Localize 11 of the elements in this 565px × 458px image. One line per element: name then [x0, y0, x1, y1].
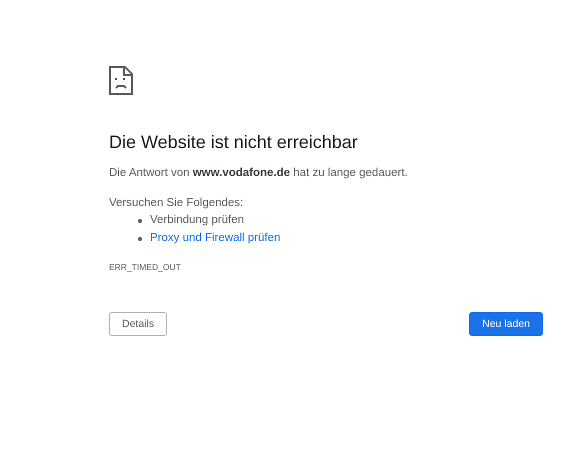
error-message: Die Antwort von www.vodafone.de hat zu lange gedauert.	[109, 166, 409, 181]
suggestion-link[interactable]: Proxy und Firewall prüfen	[150, 231, 280, 246]
error-code: ERR_TIMED_OUT	[109, 262, 182, 272]
bullet-icon	[138, 218, 142, 222]
suggestions-title: Versuchen Sie Folgendes:	[109, 196, 244, 211]
reload-button[interactable]: Neu laden	[469, 312, 543, 336]
page-heading: Die Website ist nicht erreichbar	[109, 131, 359, 153]
suggestion-text: Verbindung prüfen	[150, 213, 244, 228]
bullet-icon	[138, 236, 142, 240]
sad-page-icon	[109, 66, 133, 95]
details-button[interactable]: Details	[109, 312, 168, 336]
